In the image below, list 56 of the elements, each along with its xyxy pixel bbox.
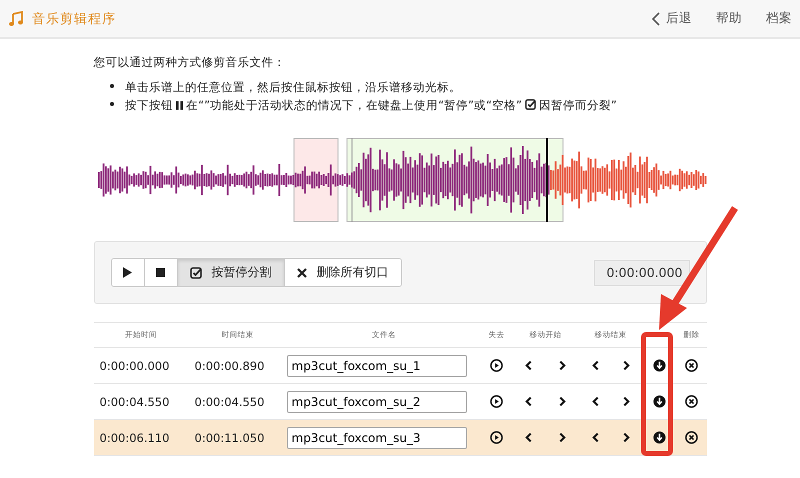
checkbox-icon [524, 99, 536, 110]
table-cell-text: 0:00:04.550 [98, 394, 170, 408]
split-on-pause-button[interactable]: 按暂停分割 [176, 258, 284, 287]
cut-row[interactable]: 0:00:06.110 0:00:11.050 mp3cut_foxcom_su_3 [94, 420, 706, 456]
filename-field[interactable]: mp3cut_foxcom_su_3 [286, 426, 466, 448]
chevron-left-icon[interactable] [592, 396, 598, 407]
music-note-icon [8, 10, 24, 26]
app-title: 音乐剪辑程序 [32, 10, 116, 28]
delete-icon[interactable] [685, 395, 698, 408]
waveform-drawing[interactable] [98, 138, 706, 222]
nav-link[interactable]: 帮助 [716, 10, 742, 27]
chevron-right-icon[interactable] [559, 396, 566, 407]
table-cell-text: 0:00:00.890 [194, 358, 266, 372]
table-cell-text: 0:00:04.550 [194, 394, 266, 408]
back-link[interactable]: 后退 [652, 10, 692, 27]
chevron-right-icon[interactable] [622, 432, 630, 443]
table-cell-text: 0:00:11.050 [194, 430, 266, 444]
chevron-left-icon[interactable] [592, 432, 598, 443]
instruction-text: 在“”功能处于活动状态的情况下，在键盘上使用“暂停”或“空格” [186, 98, 522, 112]
play-button[interactable] [110, 258, 144, 287]
download-icon[interactable] [652, 431, 666, 444]
download-icon[interactable] [652, 395, 666, 408]
delete-all-cuts-button[interactable]: 删除所有切口 [284, 258, 402, 287]
chevron-right-icon[interactable] [622, 396, 630, 407]
intro-text: 您可以通过两种方式修剪音乐文件： [94, 55, 286, 70]
time-field[interactable]: 0:00:00.000 [594, 260, 690, 286]
chevron-left-icon[interactable] [525, 360, 532, 371]
play-circle-icon[interactable] [490, 395, 503, 408]
chevron-right-icon[interactable] [622, 360, 630, 371]
chevron-left-icon[interactable] [525, 396, 532, 407]
chevron-left-icon[interactable] [525, 432, 532, 443]
download-icon[interactable] [652, 359, 666, 372]
filename-field[interactable]: mp3cut_foxcom_su_2 [286, 390, 466, 412]
instruction-text: 单击乐谱上的任意位置，然后按住鼠标按钮，沿乐谱移动光标。 [125, 80, 462, 94]
bullet-icon [110, 102, 114, 106]
table-cell-text: 0:00:06.110 [98, 430, 170, 444]
filename-field[interactable]: mp3cut_foxcom_su_1 [286, 354, 466, 376]
table-cell-text: 0:00:00.000 [98, 358, 170, 372]
checkbox-icon[interactable] [190, 266, 202, 278]
play-circle-icon[interactable] [490, 431, 503, 444]
play-circle-icon[interactable] [490, 359, 503, 372]
cut-row[interactable]: 0:00:00.000 0:00:00.890 mp3cut_foxcom_su_1 [94, 348, 706, 384]
bullet-icon [110, 84, 114, 88]
play-icon[interactable] [123, 267, 132, 278]
pause-icon [176, 101, 184, 110]
delete-icon[interactable] [685, 431, 698, 444]
instruction-text: 因暂停而分裂” [538, 98, 617, 112]
chevron-right-icon[interactable] [559, 360, 566, 371]
delete-icon[interactable] [685, 359, 698, 372]
nav-link[interactable]: 档案 [766, 10, 792, 27]
chevron-left-icon[interactable] [592, 360, 598, 371]
chevron-left-icon[interactable] [652, 12, 660, 26]
close-icon[interactable] [296, 268, 306, 278]
instruction-text: 按下按钮 [125, 98, 174, 112]
chevron-right-icon[interactable] [559, 432, 566, 443]
stop-button[interactable] [144, 258, 178, 287]
